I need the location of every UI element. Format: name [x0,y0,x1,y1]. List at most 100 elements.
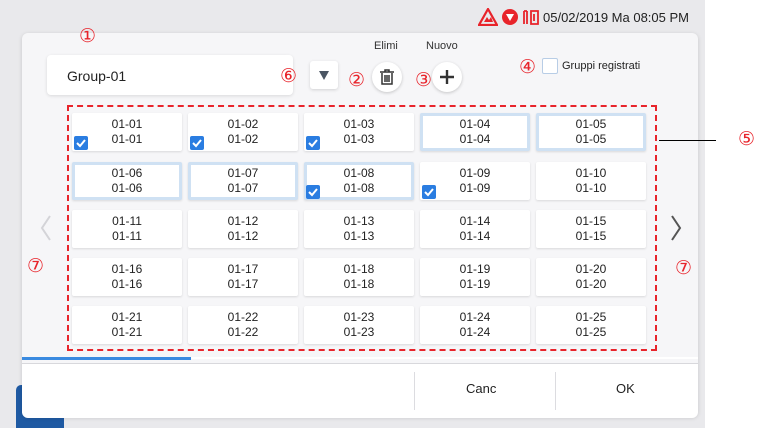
group-cell[interactable]: 01-10 01-10 [536,162,646,200]
cell-label-top: 01-08 [343,166,375,180]
cell-label-bottom: 01-17 [227,277,259,291]
cell-label-top: 01-05 [575,117,607,131]
callout-1: ① [79,26,97,47]
cell-label-bottom: 01-02 [227,132,259,146]
plus-icon [440,70,454,84]
group-cell[interactable]: 01-08 01-08 [304,162,414,200]
group-name-value: Group-01 [67,68,127,84]
next-page-arrow[interactable] [668,213,684,243]
cell-label-top: 01-10 [575,166,607,180]
group-cell[interactable]: 01-01 01-01 [72,113,182,151]
cell-label-bottom: 01-11 [112,229,142,243]
group-cell[interactable]: 01-21 01-21 [72,306,182,344]
group-cell[interactable]: 01-05 01-05 [536,113,646,151]
cell-label-top: 01-24 [459,310,491,324]
cell-label-top: 01-07 [227,166,259,180]
cell-label-top: 01-18 [343,262,375,276]
new-button[interactable] [432,62,462,92]
cell-label-bottom: 01-03 [343,132,375,146]
cell-label-top: 01-06 [111,166,143,180]
cell-label-bottom: 01-04 [459,132,491,146]
status-bar: 05/02/2019 Ma 08:05 PM [0,0,705,30]
cell-label-bottom: 01-06 [111,181,143,195]
warning-icon [478,8,498,26]
cell-label-bottom: 01-07 [227,181,259,195]
group-cell[interactable]: 01-06 01-06 [72,162,182,200]
cell-label-bottom: 01-21 [111,325,143,339]
cell-label-top: 01-12 [227,214,259,228]
group-cell[interactable]: 01-12 01-12 [188,210,298,248]
group-cell[interactable]: 01-25 01-25 [536,306,646,344]
cell-label-top: 01-21 [111,310,143,324]
cell-label-top: 01-23 [343,310,375,324]
callout-3: ③ [415,70,433,91]
group-cell[interactable]: 01-18 01-18 [304,258,414,296]
footer-divider [555,372,556,410]
cell-label-bottom: 01-24 [459,325,491,339]
shield-icon [502,9,518,25]
device-icon [523,10,539,25]
callout-5: ⑤ [738,129,756,150]
group-cell[interactable]: 01-23 01-23 [304,306,414,344]
group-dropdown-button[interactable] [310,61,338,89]
cell-label-bottom: 01-22 [227,325,259,339]
group-cell[interactable]: 01-09 01-09 [420,162,530,200]
group-cell[interactable]: 01-13 01-13 [304,210,414,248]
group-name-field[interactable]: Group-01 [47,55,293,95]
group-cell[interactable]: 01-02 01-02 [188,113,298,151]
status-icons [478,8,540,26]
trash-icon [380,69,394,85]
checkmark-icon [74,136,88,150]
cell-label-top: 01-04 [459,117,491,131]
page-progress-bar [22,357,698,360]
delete-button[interactable] [372,62,402,92]
cell-label-top: 01-03 [343,117,375,131]
group-cell[interactable]: 01-07 01-07 [188,162,298,200]
group-cell[interactable]: 01-17 01-17 [188,258,298,296]
callout-7-left: ⑦ [27,256,45,277]
callout-6: ⑥ [280,66,298,87]
group-cell[interactable]: 01-24 01-24 [420,306,530,344]
status-datetime: 05/02/2019 Ma 08:05 PM [543,10,689,25]
footer-divider [414,372,415,410]
page-progress-fill [22,357,191,360]
cell-label-top: 01-01 [111,117,143,131]
cell-label-top: 01-02 [227,117,259,131]
cell-label-top: 01-16 [111,262,143,276]
cell-label-top: 01-25 [575,310,607,324]
group-cell[interactable]: 01-20 01-20 [536,258,646,296]
cell-label-bottom: 01-12 [227,229,259,243]
group-cell[interactable]: 01-11 01-11 [72,210,182,248]
group-cell[interactable]: 01-19 01-19 [420,258,530,296]
cell-label-top: 01-19 [459,262,491,276]
cell-label-bottom: 01-09 [459,181,491,195]
group-dialog: Group-01 ① ⑥ ② Elimi ③ Nuovo ④ Gruppi re… [22,27,698,418]
group-cell[interactable]: 01-04 01-04 [420,113,530,151]
group-cell[interactable]: 01-03 01-03 [304,113,414,151]
cancel-button[interactable]: Canc [466,381,496,396]
cell-label-top: 01-11 [112,214,142,228]
group-cell[interactable]: 01-22 01-22 [188,306,298,344]
cell-label-top: 01-15 [575,214,607,228]
checkmark-icon [190,136,204,150]
checkmark-icon [306,136,320,150]
registered-groups-checkbox[interactable] [542,58,558,74]
group-cell[interactable]: 01-16 01-16 [72,258,182,296]
callout-7-right: ⑦ [675,258,693,279]
background-divider [0,180,23,260]
cell-label-top: 01-13 [343,214,375,228]
group-cell[interactable]: 01-14 01-14 [420,210,530,248]
cell-label-bottom: 01-16 [111,277,143,291]
previous-page-arrow[interactable] [38,213,54,243]
group-cell[interactable]: 01-15 01-15 [536,210,646,248]
delete-button-label: Elimi [374,40,398,52]
cell-label-bottom: 01-20 [575,277,607,291]
checkmark-icon [422,185,436,199]
cell-label-bottom: 01-08 [343,181,375,195]
cell-label-bottom: 01-19 [459,277,491,291]
ok-button[interactable]: OK [616,381,635,396]
callout-2: ② [348,70,366,91]
cell-label-top: 01-14 [459,214,491,228]
cell-label-bottom: 01-15 [575,229,607,243]
cell-label-bottom: 01-14 [459,229,491,243]
